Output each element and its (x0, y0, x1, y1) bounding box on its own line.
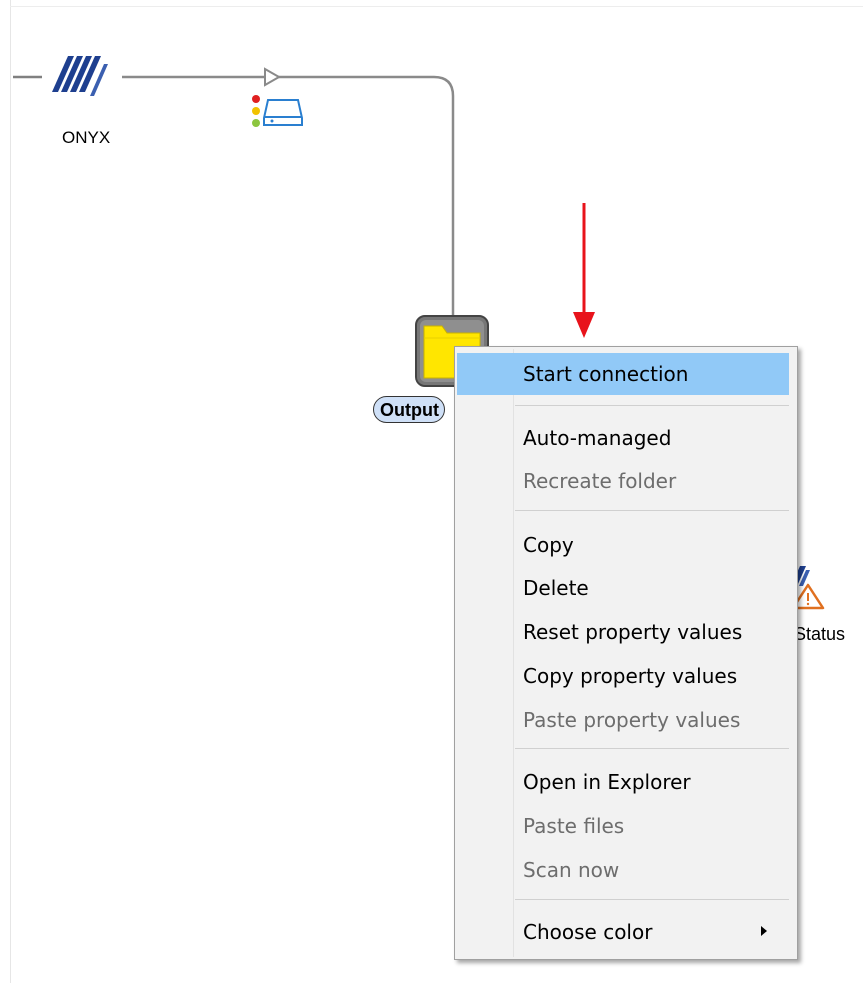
connection-arrowhead-icon (264, 67, 282, 87)
disk-icon (263, 99, 303, 126)
menu-item-paste-files[interactable]: Paste files (457, 805, 789, 847)
output-node-label[interactable]: Output (373, 396, 445, 423)
onyx-node-label[interactable]: ONYX (62, 128, 110, 148)
menu-separator (515, 899, 789, 900)
menu-separator (515, 405, 789, 406)
menu-item-reset-property-values[interactable]: Reset property values (457, 611, 789, 653)
menu-separator (515, 510, 789, 511)
menu-item-delete[interactable]: Delete (457, 567, 789, 609)
onyx-logo-icon (52, 56, 108, 96)
menu-item-start-connection[interactable]: Start connection (457, 353, 789, 395)
menu-separator (515, 748, 789, 749)
traffic-light-icon (252, 95, 260, 127)
context-menu: Start connection Auto-managed Recreate f… (454, 346, 798, 960)
red-arrow-icon (573, 203, 595, 338)
menu-item-recreate-folder[interactable]: Recreate folder (457, 460, 789, 502)
submenu-arrow-icon (761, 926, 767, 936)
status-node-label[interactable]: Status (794, 624, 845, 645)
menu-item-copy[interactable]: Copy (457, 524, 789, 566)
menu-item-choose-color-label: Choose color (523, 920, 653, 944)
menu-item-copy-property-values[interactable]: Copy property values (457, 655, 789, 697)
menu-item-scan-now[interactable]: Scan now (457, 849, 789, 891)
menu-item-paste-property-values[interactable]: Paste property values (457, 699, 789, 741)
menu-item-auto-managed[interactable]: Auto-managed (457, 417, 789, 459)
menu-item-open-in-explorer[interactable]: Open in Explorer (457, 761, 789, 803)
menu-item-choose-color[interactable]: Choose color (457, 911, 789, 953)
